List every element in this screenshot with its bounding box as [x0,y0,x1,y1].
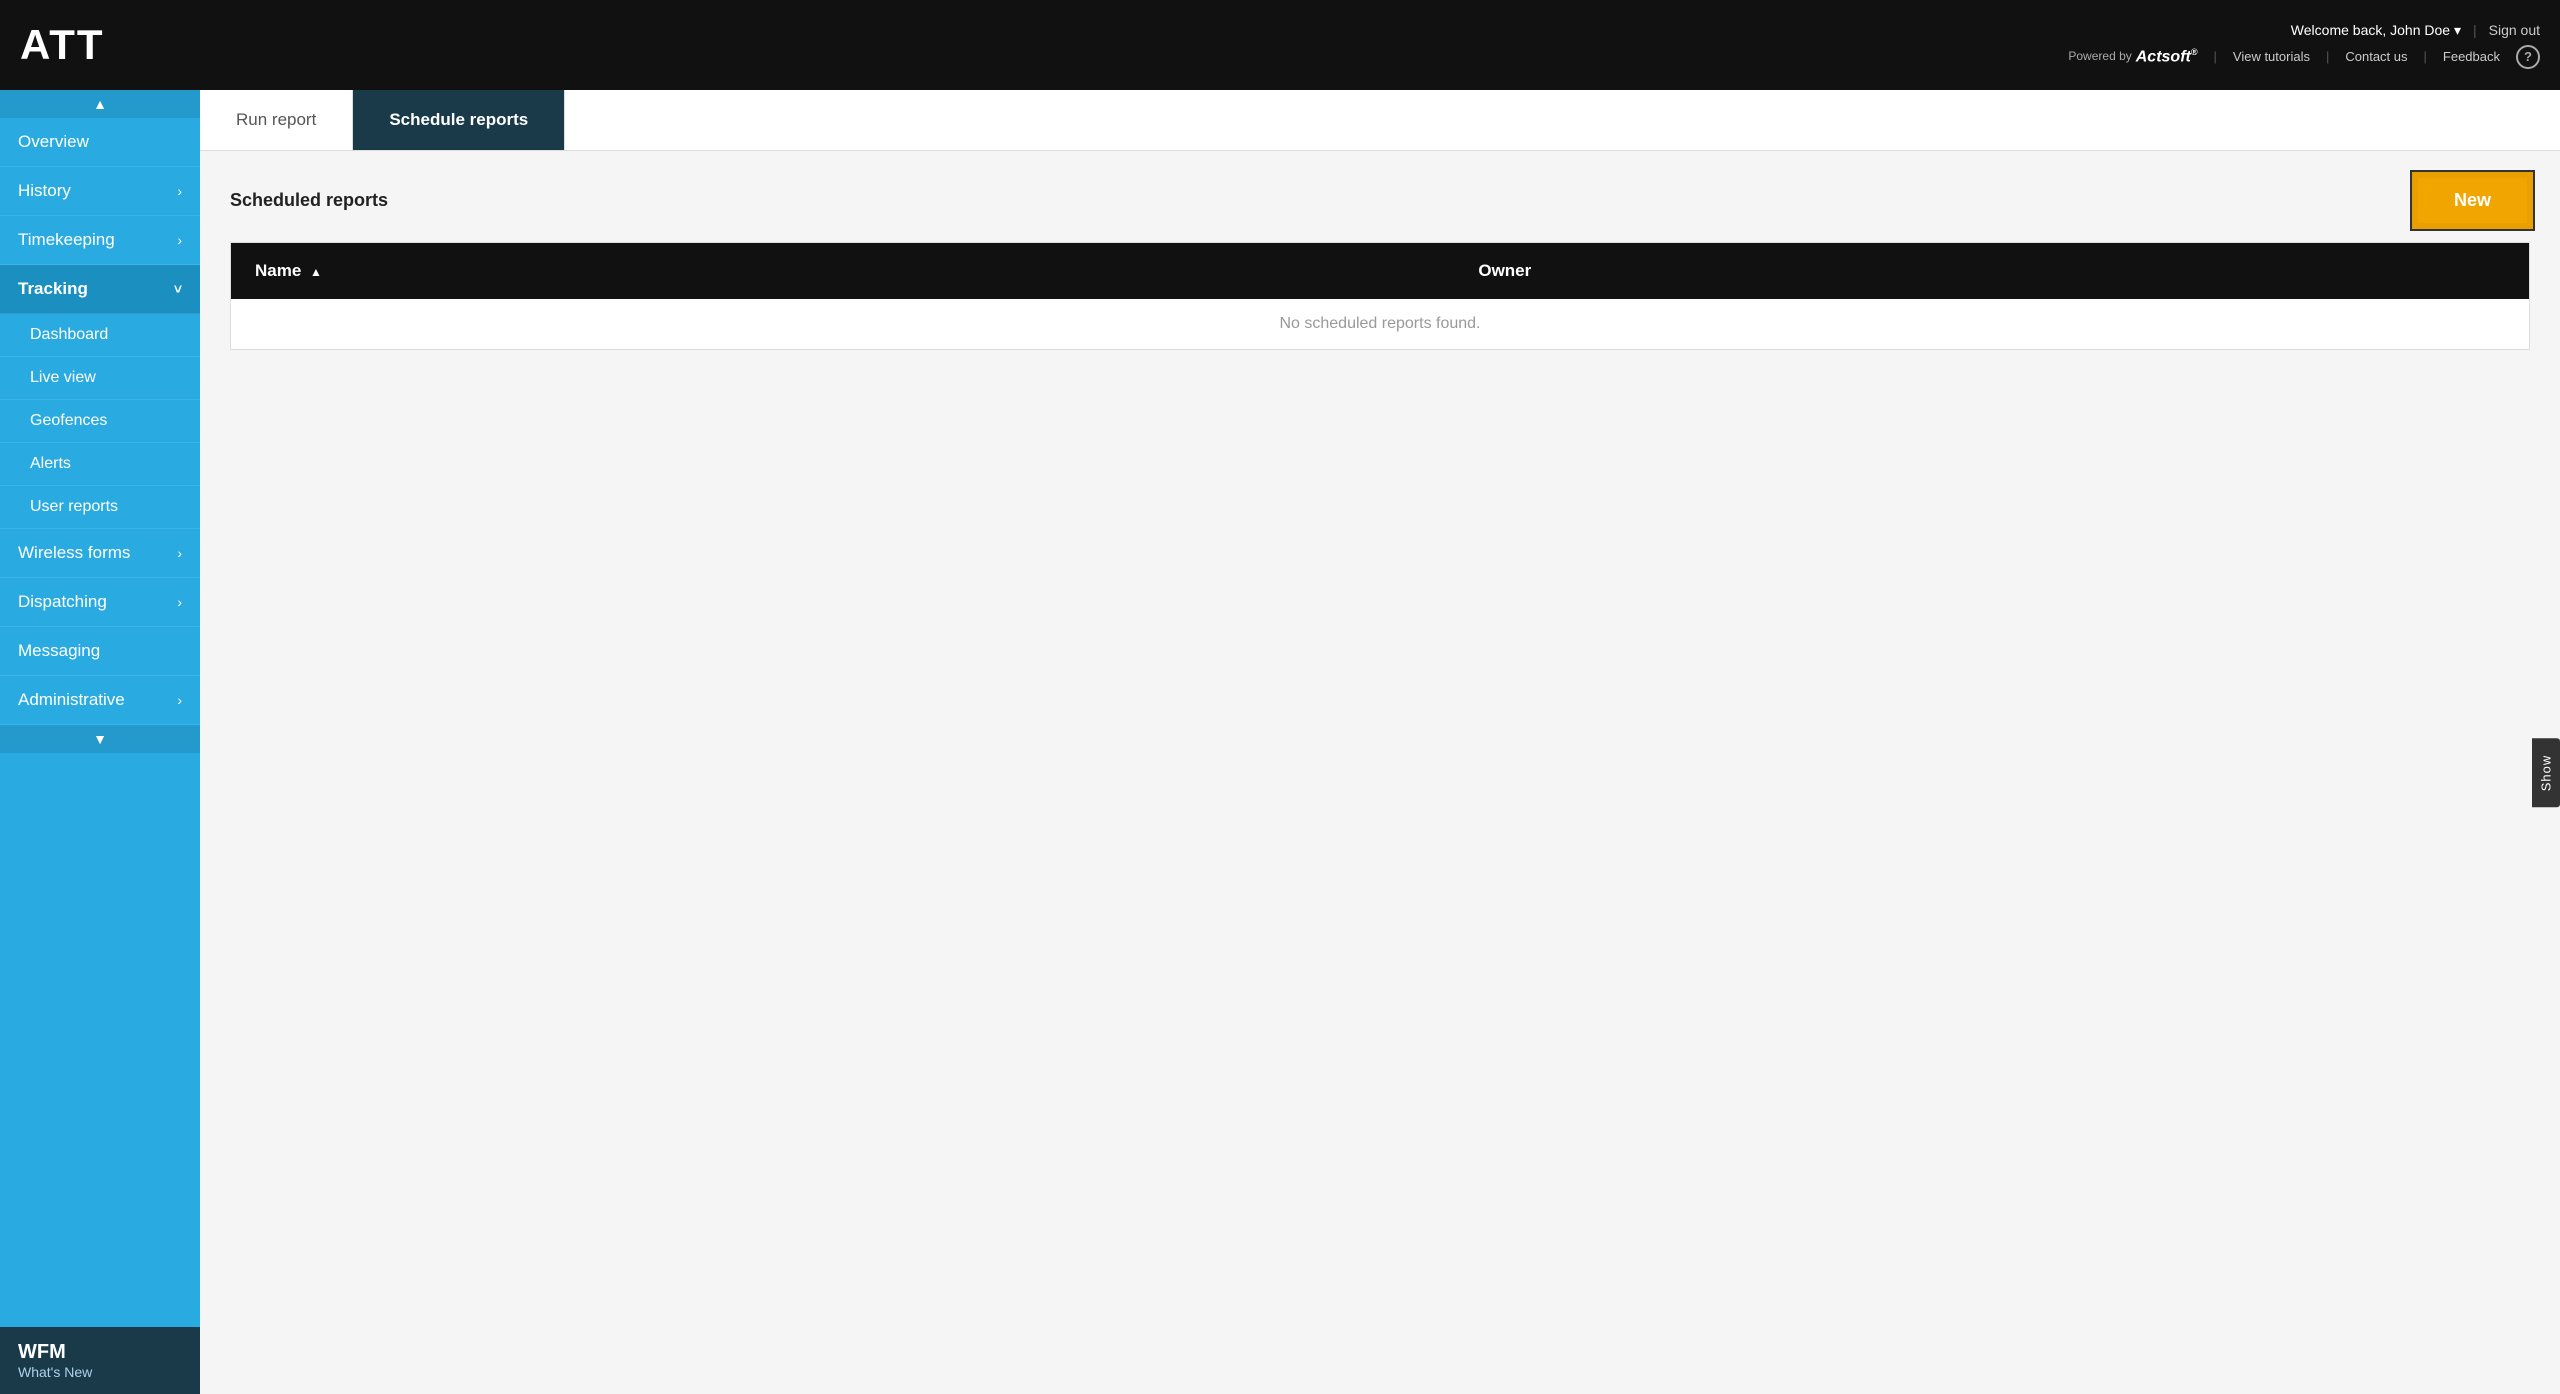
sidebar-item-userreports-label: User reports [30,498,118,515]
table-header: Name ▲ Owner [231,243,2530,300]
sidebar-item-tracking-label: Tracking [18,279,88,299]
sidebar-item-history[interactable]: History › [0,167,200,216]
tabs-bar: Run report Schedule reports [200,90,2560,151]
chevron-dispatching-icon: › [177,594,182,610]
sidebar-item-overview[interactable]: Overview [0,118,200,167]
table-col-owner[interactable]: Owner [1454,243,2529,300]
help-icon[interactable]: ? [2516,45,2540,69]
sidebar-item-history-label: History [18,181,71,201]
sidebar-item-administrative-label: Administrative [18,690,125,710]
main-layout: ▲ Overview History › Timekeeping › Track… [0,90,2560,1394]
sidebar-item-timekeeping[interactable]: Timekeeping › [0,216,200,265]
welcome-user[interactable]: Welcome back, John Doe ▾ [2291,22,2461,39]
chevron-history-icon: › [177,183,182,199]
sidebar-item-alerts-label: Alerts [30,455,71,472]
sidebar: ▲ Overview History › Timekeeping › Track… [0,90,200,1394]
content-area: Run report Schedule reports Scheduled re… [200,90,2560,1394]
sidebar-item-messaging-label: Messaging [18,641,100,661]
wfm-title: WFM [18,1341,182,1364]
separator-1: | [2473,22,2477,38]
sidebar-item-liveview[interactable]: Live view [0,357,200,400]
reports-table: Name ▲ Owner No scheduled reports found. [230,242,2530,350]
sidebar-item-wirelessforms[interactable]: Wireless forms › [0,529,200,578]
sidebar-item-timekeeping-label: Timekeeping [18,230,115,250]
sidebar-item-dispatching-label: Dispatching [18,592,107,612]
header-bottom-row: Powered by Actsoft® | View tutorials | C… [2068,45,2540,69]
table-body: No scheduled reports found. [231,299,2530,350]
sidebar-item-liveview-label: Live view [30,369,96,386]
sidebar-bottom: WFM What's New [0,1327,200,1394]
view-tutorials-link[interactable]: View tutorials [2233,49,2310,64]
sidebar-scroll-down[interactable]: ▼ [0,725,200,753]
chevron-tracking-icon: ˅ [174,281,182,297]
sidebar-item-messaging[interactable]: Messaging [0,627,200,676]
sort-name-icon: ▲ [310,265,322,279]
table-header-row: Name ▲ Owner [231,243,2530,300]
separator-3: | [2326,49,2329,64]
whats-new-link[interactable]: What's New [18,1364,182,1380]
sidebar-item-geofences-label: Geofences [30,412,107,429]
empty-message: No scheduled reports found. [231,299,2530,350]
sidebar-item-dashboard-label: Dashboard [30,326,108,343]
sidebar-item-userreports[interactable]: User reports [0,486,200,529]
top-header: ATT Welcome back, John Doe ▾ | Sign out … [0,0,2560,90]
sidebar-item-alerts[interactable]: Alerts [0,443,200,486]
chevron-administrative-icon: › [177,692,182,708]
sidebar-scroll-up[interactable]: ▲ [0,90,200,118]
scheduled-reports-title: Scheduled reports [230,190,388,211]
app-logo: ATT [20,21,105,69]
sidebar-item-tracking[interactable]: Tracking ˅ [0,265,200,314]
show-panel-toggle[interactable]: Show [2532,738,2560,807]
separator-2: | [2214,49,2217,64]
header-top-row: Welcome back, John Doe ▾ | Sign out [2291,22,2540,39]
feedback-link[interactable]: Feedback [2443,49,2500,64]
separator-4: | [2424,49,2427,64]
chevron-wirelessforms-icon: › [177,545,182,561]
sign-out-link[interactable]: Sign out [2489,22,2540,38]
table-col-name[interactable]: Name ▲ [231,243,1455,300]
tab-schedule-reports[interactable]: Schedule reports [353,90,565,150]
sidebar-item-wirelessforms-label: Wireless forms [18,543,130,563]
sidebar-item-dispatching[interactable]: Dispatching › [0,578,200,627]
sidebar-item-administrative[interactable]: Administrative › [0,676,200,725]
chevron-timekeeping-icon: › [177,232,182,248]
contact-us-link[interactable]: Contact us [2345,49,2407,64]
scheduled-reports-header: Scheduled reports New [230,175,2530,226]
actsoft-logo: Actsoft® [2136,47,2198,66]
header-right: Welcome back, John Doe ▾ | Sign out Powe… [2068,22,2540,69]
table-empty-row: No scheduled reports found. [231,299,2530,350]
tab-run-report[interactable]: Run report [200,90,353,150]
sidebar-item-overview-label: Overview [18,132,89,152]
sidebar-item-geofences[interactable]: Geofences [0,400,200,443]
sidebar-item-dashboard[interactable]: Dashboard [0,314,200,357]
powered-by: Powered by Actsoft® [2068,47,2197,66]
new-button[interactable]: New [2415,175,2530,226]
page-content: Scheduled reports New Name ▲ Owner [200,151,2560,1394]
